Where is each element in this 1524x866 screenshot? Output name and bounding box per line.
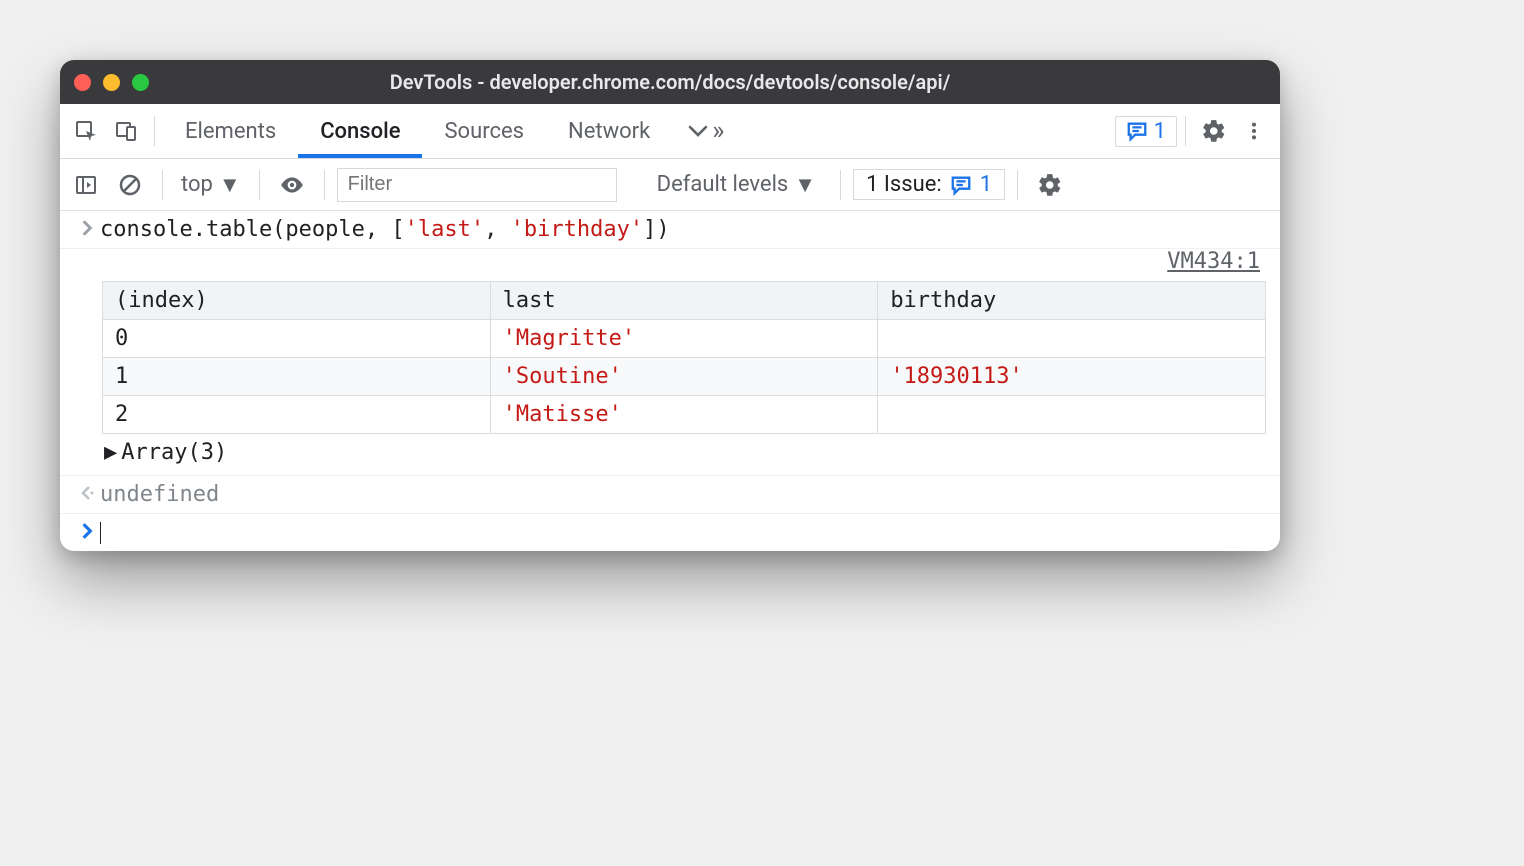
triangle-right-icon: ▶ <box>104 440 117 465</box>
return-value: undefined <box>100 482 1266 507</box>
more-tabs-icon[interactable]: » <box>680 116 732 146</box>
tab-sources[interactable]: Sources <box>422 104 546 158</box>
cell-index: 2 <box>103 396 491 434</box>
context-selector[interactable]: top ▼ <box>175 172 247 198</box>
tab-elements[interactable]: Elements <box>163 104 298 158</box>
table-row: 1 'Soutine' '18930113' <box>103 358 1266 396</box>
divider <box>154 116 155 146</box>
fullscreen-icon[interactable] <box>132 74 149 91</box>
issue-count: 1 <box>980 172 992 197</box>
inspect-icon[interactable] <box>66 104 106 158</box>
cell-birthday: '18930113' <box>878 358 1266 396</box>
table-row: 2 'Matisse' <box>103 396 1266 434</box>
tab-network[interactable]: Network <box>546 104 672 158</box>
source-link[interactable]: VM434:1 <box>1167 249 1260 274</box>
divider <box>324 170 325 200</box>
return-arrow-icon <box>74 482 100 502</box>
issues-badge[interactable]: 1 <box>1115 116 1177 147</box>
window-title: DevTools - developer.chrome.com/docs/dev… <box>60 70 1280 94</box>
tabs-bar: Elements Console Sources Network » 1 <box>60 104 1280 159</box>
dropdown-icon: ▼ <box>794 172 816 198</box>
console-return-row: undefined <box>60 476 1280 514</box>
cell-index: 0 <box>103 320 491 358</box>
divider <box>1185 116 1186 146</box>
col-birthday[interactable]: birthday <box>878 282 1266 320</box>
cell-birthday <box>878 396 1266 434</box>
console-prompt-row[interactable] <box>60 514 1280 551</box>
console-table: (index) last birthday 0 'Magritte' 1 'So… <box>102 281 1266 434</box>
divider <box>840 170 841 200</box>
chevron-right-icon <box>74 217 100 237</box>
cell-last: 'Soutine' <box>490 358 878 396</box>
titlebar: DevTools - developer.chrome.com/docs/dev… <box>60 60 1280 104</box>
array-summary-label: Array(3) <box>121 440 227 465</box>
col-last[interactable]: last <box>490 282 878 320</box>
console-settings-icon[interactable] <box>1030 159 1070 210</box>
traffic-lights <box>74 74 149 91</box>
issue-label: 1 Issue: <box>866 172 942 197</box>
console-toolbar: top ▼ Default levels ▼ 1 Issue: 1 <box>60 159 1280 211</box>
live-expression-icon[interactable] <box>272 159 312 210</box>
table-row: 0 'Magritte' <box>103 320 1266 358</box>
levels-label: Default levels <box>657 172 789 197</box>
close-icon[interactable] <box>74 74 91 91</box>
divider <box>259 170 260 200</box>
console-prompt-input[interactable] <box>100 520 1266 545</box>
divider <box>162 170 163 200</box>
filter-input[interactable] <box>337 168 617 202</box>
divider <box>1017 170 1018 200</box>
message-icon <box>950 174 972 196</box>
cell-index: 1 <box>103 358 491 396</box>
sidebar-toggle-icon[interactable] <box>66 159 106 210</box>
devtools-window: DevTools - developer.chrome.com/docs/dev… <box>60 60 1280 551</box>
cell-last: 'Magritte' <box>490 320 878 358</box>
context-label: top <box>181 172 213 197</box>
dropdown-icon: ▼ <box>219 172 241 198</box>
device-toggle-icon[interactable] <box>106 104 146 158</box>
console-input-row: console.table(people, ['last', 'birthday… <box>60 211 1280 249</box>
more-menu-icon[interactable] <box>1234 104 1274 158</box>
minimize-icon[interactable] <box>103 74 120 91</box>
console-command[interactable]: console.table(people, ['last', 'birthday… <box>100 217 1266 242</box>
array-expand[interactable]: ▶ Array(3) <box>102 434 1266 465</box>
log-levels-selector[interactable]: Default levels ▼ <box>645 172 828 198</box>
cell-birthday <box>878 320 1266 358</box>
settings-icon[interactable] <box>1194 104 1234 158</box>
issues-summary[interactable]: 1 Issue: 1 <box>853 169 1005 200</box>
clear-console-icon[interactable] <box>110 159 150 210</box>
table-header-row: (index) last birthday <box>103 282 1266 320</box>
col-index[interactable]: (index) <box>103 282 491 320</box>
tab-console[interactable]: Console <box>298 104 422 158</box>
issues-count: 1 <box>1154 119 1166 144</box>
chevron-right-icon <box>74 520 100 540</box>
panel-tabs: Elements Console Sources Network <box>163 104 672 158</box>
caret-icon <box>100 522 101 544</box>
console-table-output: VM434:1 (index) last birthday 0 'Magritt… <box>60 249 1280 476</box>
message-icon <box>1126 120 1148 142</box>
cell-last: 'Matisse' <box>490 396 878 434</box>
